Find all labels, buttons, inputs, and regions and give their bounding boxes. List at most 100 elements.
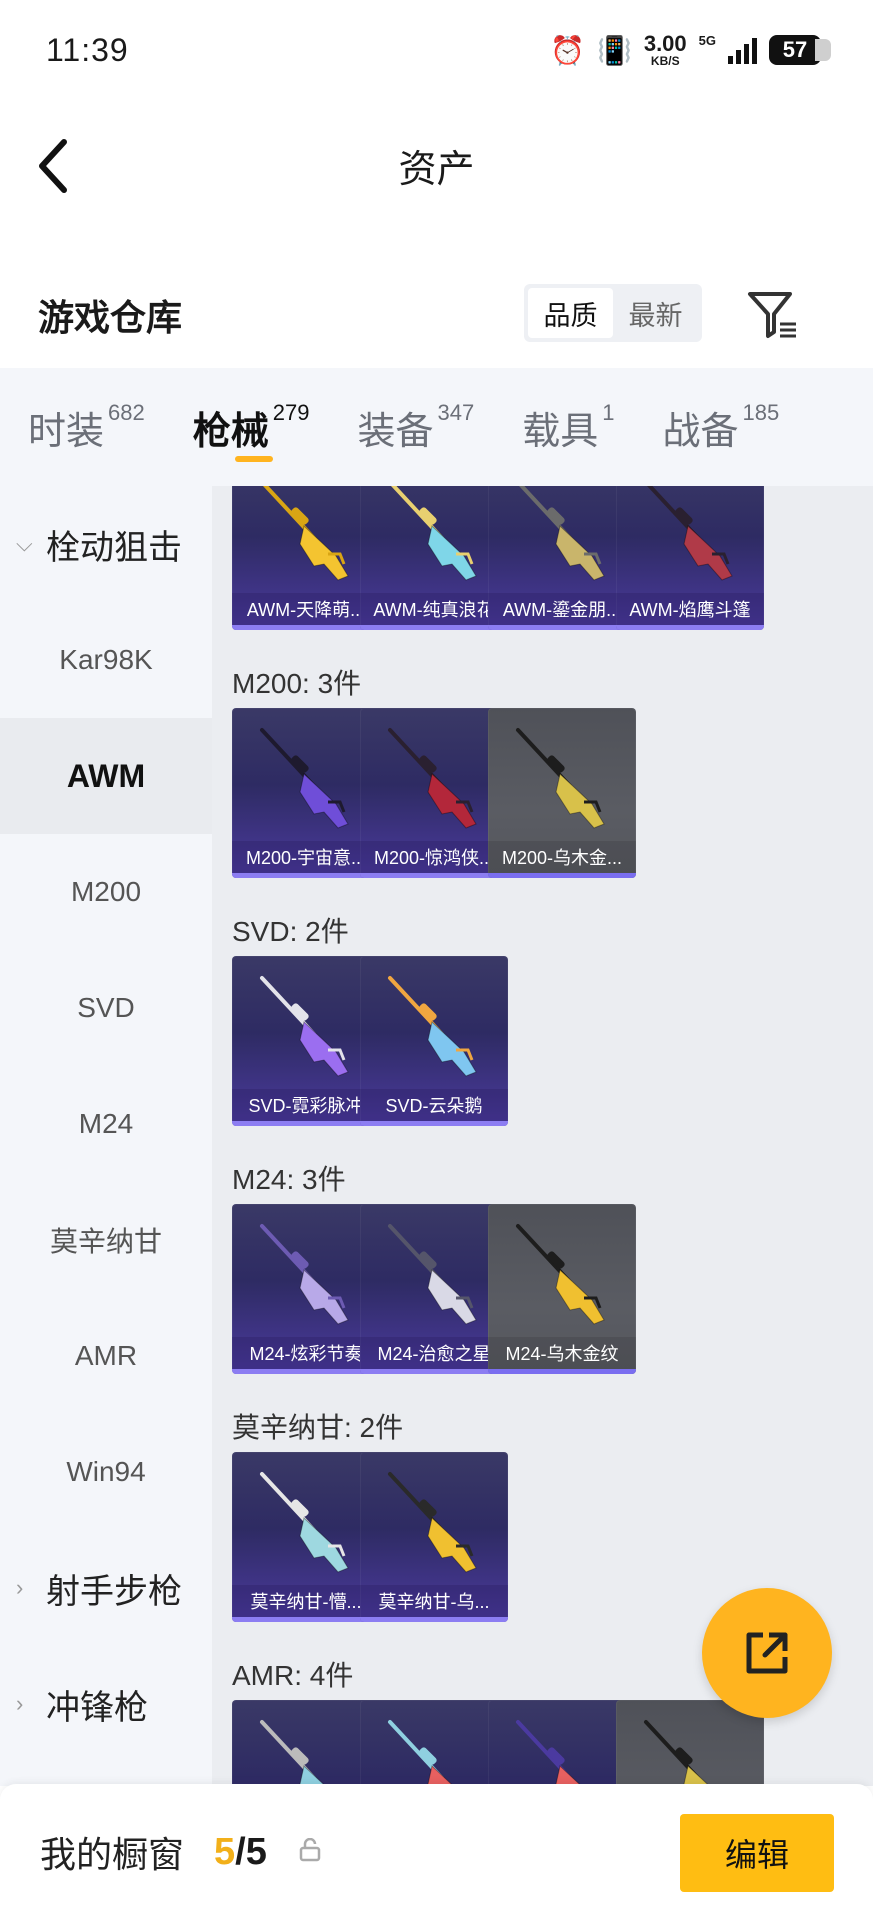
skin-card[interactable]: M24-乌木金纹 (488, 1204, 636, 1374)
status-icons: ⏰ 📳 3.00 KB/S 5G 57 (550, 31, 831, 68)
section-title: AMR: 4件 (232, 1660, 354, 1691)
skin-name: AWM-鎏金朋... (488, 593, 636, 625)
tab-0[interactable]: 时装 682 (28, 368, 145, 486)
skin-card[interactable]: SVD-霓彩脉冲 (232, 956, 380, 1126)
sidebar-item-label: AWM (66, 757, 146, 794)
sidebar-item-4[interactable]: SVD (0, 950, 212, 1066)
rarity-bar (232, 1369, 380, 1374)
sidebar-item-3[interactable]: M200 (0, 834, 212, 950)
edit-button[interactable]: 编辑 (680, 1814, 834, 1892)
rifle-icon (646, 486, 733, 581)
skin-name: M24-乌木金纹 (488, 1337, 636, 1369)
tab-2[interactable]: 装备 347 (357, 368, 474, 486)
skin-card[interactable]: M24-炫彩节奏 (232, 1204, 380, 1374)
skin-name: AWM-天降萌... (232, 593, 380, 625)
rarity-bar (360, 1617, 508, 1622)
sidebar-item-label: 冲锋枪 (46, 1688, 148, 1727)
sidebar-item-label: SVD (77, 992, 135, 1023)
sidebar-item-5[interactable]: M24 (0, 1066, 212, 1182)
tab-label: 枪械 (192, 410, 269, 453)
showcase-current: 5 (214, 1830, 236, 1873)
skin-card[interactable] (488, 1700, 636, 1786)
sidebar-item-6[interactable]: 莫辛纳甘 (0, 1182, 212, 1298)
share-fab[interactable] (702, 1588, 832, 1718)
sidebar-item-label: M200 (70, 876, 142, 907)
rifle-icon (388, 1224, 477, 1325)
status-time: 11:39 (46, 31, 129, 68)
rarity-bar (360, 873, 508, 878)
section-title: SVD: 2件 (232, 916, 349, 947)
skin-card[interactable]: AWM-天降萌... (232, 486, 380, 630)
sort-quality[interactable]: 品质 (528, 288, 613, 338)
skin-card[interactable] (232, 1700, 380, 1786)
chevron-right-icon: › (16, 1691, 24, 1716)
skin-name: M200-乌木金... (488, 841, 636, 873)
rifle-icon (516, 728, 605, 829)
section-title: M24: 3件 (232, 1164, 346, 1195)
rarity-bar (616, 625, 764, 630)
sidebar-item-label: 射手步枪 (46, 1572, 182, 1611)
skin-card[interactable]: SVD-云朵鹅 (360, 956, 508, 1126)
skin-card[interactable]: 莫辛纳甘-懵... (232, 1452, 380, 1622)
category-tabs: 时装 682 枪械 279 装备 347 载具 1 战备 185 (0, 368, 873, 486)
rarity-bar (488, 1369, 636, 1374)
skin-card[interactable]: AWM-鎏金朋... (488, 486, 636, 630)
tab-count: 682 (108, 400, 145, 425)
sort-toggle: 品质 最新 (524, 284, 702, 342)
skin-card[interactable]: M200-惊鸿侠... (360, 708, 508, 878)
net-speed-value: 3.00 (643, 31, 687, 56)
tab-label: 战备 (662, 410, 739, 453)
skin-card[interactable]: AWM-焰鹰斗篷 (616, 486, 764, 630)
rifle-icon (260, 728, 349, 829)
skin-card[interactable]: M200-宇宙意... (232, 708, 380, 878)
tab-3[interactable]: 载具 1 (522, 368, 614, 486)
vibrate-icon: 📳 (596, 34, 632, 66)
sidebar-item-2[interactable]: AWM (0, 718, 212, 834)
showcase-label: 我的橱窗 (40, 1834, 185, 1875)
sidebar-item-10[interactable]: › 冲锋枪 (0, 1646, 212, 1762)
sidebar-item-label: 莫辛纳甘 (49, 1226, 162, 1257)
skin-name: M200-惊鸿侠... (360, 841, 508, 873)
sidebar-item-0[interactable]: ⌵ 栓动狙击 (0, 486, 212, 602)
sidebar-item-label: Win94 (66, 1456, 146, 1487)
skin-card[interactable]: M200-乌木金... (488, 708, 636, 878)
back-arrow-icon[interactable] (34, 136, 74, 196)
rifle-icon (262, 486, 349, 581)
sidebar-item-7[interactable]: AMR (0, 1298, 212, 1414)
lock-icon (299, 1838, 321, 1862)
sidebar-item-8[interactable]: Win94 (0, 1414, 212, 1530)
skin-name: SVD-霓彩脉冲 (232, 1089, 380, 1121)
sidebar-item-label: Kar98K (59, 644, 153, 675)
status-bar: 11:39 ⏰ 📳 3.00 KB/S 5G 57 (0, 0, 873, 100)
sidebar-item-1[interactable]: Kar98K (0, 602, 212, 718)
rifle-icon (516, 1720, 583, 1786)
net-speed: 3.00 KB/S (643, 31, 687, 68)
skin-name: M24-炫彩节奏 (232, 1337, 380, 1369)
rarity-bar (360, 625, 508, 630)
tab-1[interactable]: 枪械 279 (192, 368, 309, 486)
skin-name: 莫辛纳甘-乌... (360, 1585, 508, 1617)
rifle-icon (518, 486, 605, 581)
skin-card[interactable] (360, 1700, 508, 1786)
rifle-icon (516, 1224, 605, 1325)
rarity-bar (232, 625, 380, 630)
skin-card[interactable]: 莫辛纳甘-乌... (360, 1452, 508, 1622)
skin-card[interactable]: M24-治愈之星 (360, 1204, 508, 1374)
rifle-icon (388, 1472, 477, 1573)
sidebar-item-label: M24 (78, 1108, 134, 1139)
battery-icon: 57 (769, 35, 831, 65)
tab-4[interactable]: 战备 185 (662, 368, 779, 486)
rarity-bar (232, 1617, 380, 1622)
sort-newest[interactable]: 最新 (613, 288, 698, 338)
skin-card[interactable]: AWM-纯真浪花 (360, 486, 508, 630)
rifle-icon (260, 1720, 327, 1786)
showcase-total: 5 (245, 1830, 267, 1873)
section-title: 莫辛纳甘: 2件 (232, 1412, 404, 1443)
filter-icon[interactable] (744, 286, 800, 342)
rarity-bar (488, 873, 636, 878)
tab-label: 装备 (357, 410, 434, 453)
rifle-icon (388, 728, 477, 829)
rarity-bar (360, 1121, 508, 1126)
sidebar-item-label: AMR (74, 1340, 138, 1371)
sidebar-item-9[interactable]: › 射手步枪 (0, 1530, 212, 1646)
